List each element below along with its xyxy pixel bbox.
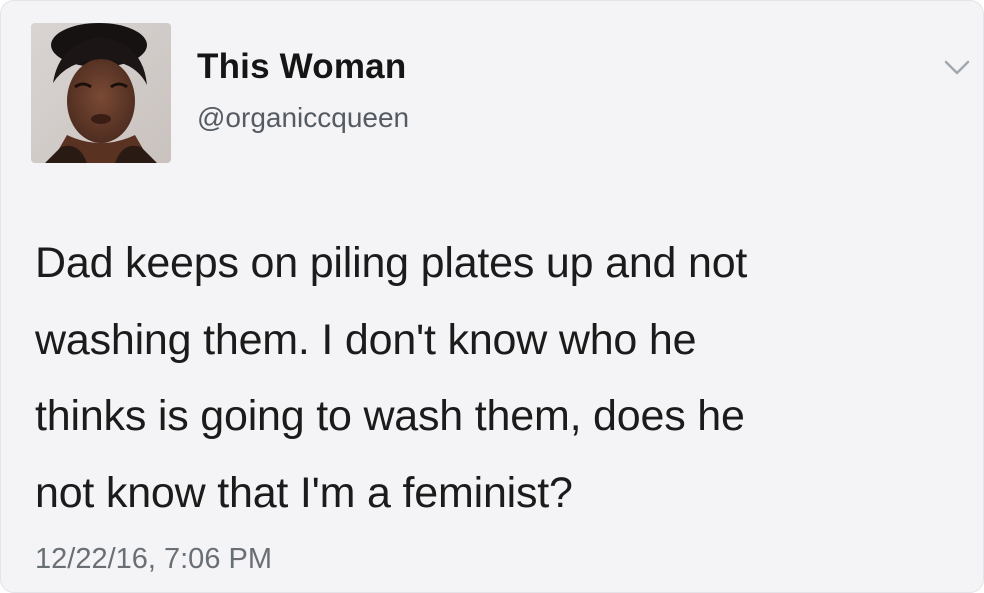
tweet-text: Dad keeps on piling plates up and not wa… xyxy=(35,225,955,531)
chevron-down-icon[interactable] xyxy=(944,59,970,77)
tweet-text-line: not know that I'm a feminist? xyxy=(35,468,573,517)
user-handle[interactable]: @organiccqueen xyxy=(197,102,409,134)
display-name[interactable]: This Woman xyxy=(197,47,406,87)
tweet-text-line: Dad keeps on piling plates up and not xyxy=(35,239,748,287)
avatar[interactable] xyxy=(31,23,171,163)
profile-photo xyxy=(31,23,171,163)
tweet-text-line: thinks is going to wash them, does he xyxy=(35,392,745,440)
timestamp[interactable]: 12/22/16, 7:06 PM xyxy=(35,543,272,576)
tweet-card: This Woman @organiccqueen Dad keeps on p… xyxy=(0,0,984,593)
tweet-text-line: washing them. I don't know who he xyxy=(35,315,697,364)
